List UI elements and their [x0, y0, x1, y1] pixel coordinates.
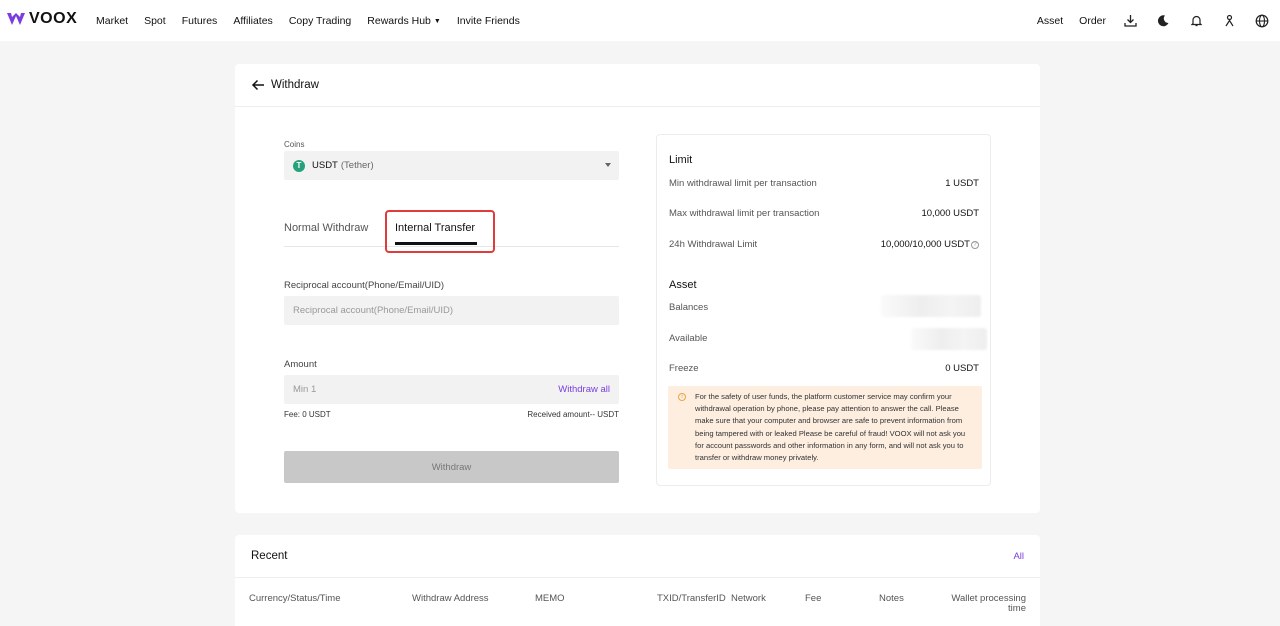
page-title: Withdraw: [271, 79, 319, 91]
nav-copy-trading[interactable]: Copy Trading: [289, 15, 351, 27]
balances-value-redacted: [881, 295, 981, 317]
limit-heading: Limit: [669, 154, 693, 166]
limit-row-label: Min withdrawal limit per transaction: [669, 178, 817, 189]
coin-name: (Tether): [340, 160, 374, 171]
column-header: Fee: [805, 593, 822, 604]
column-header: Withdraw Address: [412, 593, 489, 604]
limit-row: Min withdrawal limit per transaction 1 U…: [669, 178, 979, 189]
coins-label: Coins: [284, 140, 305, 149]
withdraw-form: Coins: [284, 134, 619, 152]
nav-asset[interactable]: Asset: [1037, 15, 1063, 27]
withdraw-submit-button[interactable]: Withdraw: [284, 451, 619, 483]
asset-row-freeze: Freeze 0 USDT: [669, 363, 979, 374]
nav-futures[interactable]: Futures: [182, 15, 218, 27]
voox-logo-icon: [7, 13, 25, 25]
user-icon[interactable]: [1221, 13, 1237, 29]
amount-label: Amount: [284, 359, 317, 370]
reciprocal-account-label: Reciprocal account(Phone/Email/UID): [284, 280, 444, 291]
nav-market[interactable]: Market: [96, 15, 128, 27]
nav-affiliates[interactable]: Affiliates: [233, 15, 273, 27]
amount-input[interactable]: Min 1 Withdraw all: [284, 375, 619, 404]
withdraw-card: Withdraw Coins T USDT (Tether) Normal Wi…: [235, 64, 1040, 513]
brand-logo[interactable]: VOOX: [6, 10, 77, 28]
fee-text: Fee: 0 USDT: [284, 410, 331, 419]
amount-placeholder: Min 1: [293, 384, 317, 395]
moon-icon[interactable]: [1155, 13, 1171, 29]
column-header: TXID/TransferID: [657, 593, 726, 604]
withdraw-header: Withdraw: [235, 64, 1040, 107]
limit-row: Max withdrawal limit per transaction 10,…: [669, 208, 979, 219]
column-header: Network: [731, 593, 766, 604]
available-value-redacted: [911, 328, 987, 350]
nav-rewards-hub-label: Rewards Hub: [367, 14, 431, 27]
caret-down-icon: ▼: [433, 17, 441, 25]
highlight-annotation: [385, 210, 495, 253]
reciprocal-account-input[interactable]: Reciprocal account(Phone/Email/UID): [284, 296, 619, 325]
asset-heading: Asset: [669, 279, 697, 291]
safety-notice: i For the safety of user funds, the plat…: [668, 386, 982, 469]
tether-icon: T: [293, 159, 305, 172]
limit-row-label: 24h Withdrawal Limit: [669, 239, 758, 250]
limit-row-value: 10,000 USDT: [921, 208, 979, 219]
info-icon[interactable]: ?: [971, 240, 979, 249]
download-icon[interactable]: [1122, 13, 1138, 29]
coin-code: USDT: [312, 160, 338, 171]
limit-row-value: 1 USDT: [945, 178, 979, 189]
top-navbar: VOOX Market Spot Futures Affiliates Copy…: [0, 0, 1280, 41]
nav-invite-friends[interactable]: Invite Friends: [457, 15, 520, 27]
bell-icon[interactable]: [1188, 13, 1204, 29]
column-header: Wallet processing time: [951, 593, 1026, 614]
limit-row-value-wrap: 10,000/10,000 USDT ?: [881, 239, 979, 250]
limit-row-value: 10,000/10,000 USDT: [880, 239, 970, 250]
column-header: Currency/Status/Time: [249, 593, 341, 604]
recent-all-link[interactable]: All: [1013, 551, 1024, 562]
coin-select[interactable]: T USDT (Tether): [284, 151, 619, 180]
freeze-label: Freeze: [669, 363, 699, 374]
limit-row-label: Max withdrawal limit per transaction: [669, 208, 820, 219]
back-arrow-icon[interactable]: [251, 78, 265, 92]
nav-spot[interactable]: Spot: [144, 15, 166, 27]
column-header: MEMO: [535, 593, 565, 604]
nav-order[interactable]: Order: [1079, 15, 1106, 27]
freeze-value: 0 USDT: [945, 363, 979, 374]
received-amount-text: Received amount-- USDT: [527, 410, 619, 419]
warning-info-icon: i: [678, 393, 686, 401]
brand-name: VOOX: [29, 10, 78, 27]
recent-title: Recent: [251, 550, 288, 562]
tab-normal-withdraw[interactable]: Normal Withdraw: [284, 222, 368, 234]
globe-icon[interactable]: [1254, 13, 1270, 29]
safety-notice-text: For the safety of user funds, the platfo…: [695, 392, 966, 463]
column-header: Notes: [879, 593, 904, 604]
chevron-down-icon: [605, 163, 611, 167]
limit-row: 24h Withdrawal Limit 10,000/10,000 USDT …: [669, 239, 979, 250]
withdraw-all-link[interactable]: Withdraw all: [558, 384, 610, 395]
reciprocal-account-placeholder: Reciprocal account(Phone/Email/UID): [293, 305, 453, 316]
nav-rewards-hub[interactable]: Rewards Hub ▼: [367, 15, 441, 27]
recent-header: Recent All: [235, 535, 1040, 578]
limit-asset-panel: Limit Min withdrawal limit per transacti…: [656, 134, 991, 486]
balances-label: Balances: [669, 302, 709, 313]
recent-card: Recent All Currency/Status/Time Withdraw…: [235, 535, 1040, 626]
available-label: Available: [669, 333, 708, 344]
